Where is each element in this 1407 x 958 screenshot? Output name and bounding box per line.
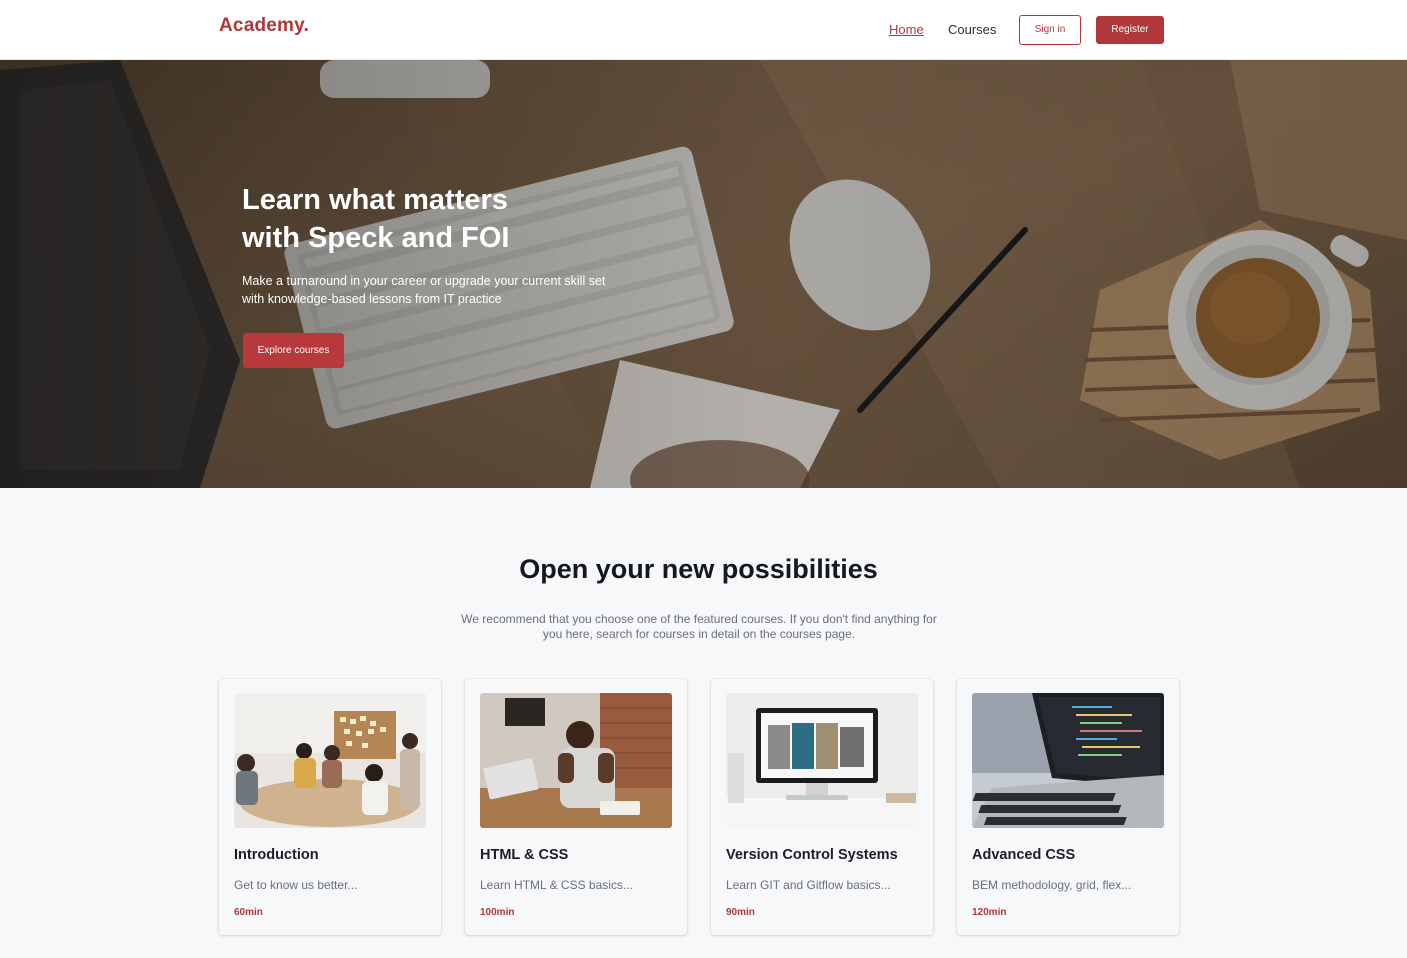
course-title: HTML & CSS [480, 847, 569, 863]
course-card-introduction[interactable]: Introduction Get to know us better... 60… [219, 679, 441, 935]
course-title: Advanced CSS [972, 847, 1076, 863]
hero-title: Learn what matters with Speck and FOI [242, 181, 662, 257]
course-duration: 60min [234, 907, 263, 918]
sign-in-button[interactable]: Sign in [1019, 15, 1081, 45]
register-button[interactable]: Register [1096, 16, 1164, 44]
hero-subtitle-line-2: with knowledge-based lessons from IT pra… [242, 292, 502, 306]
hero-banner: Learn what matters with Speck and FOI Ma… [0, 60, 1407, 488]
course-image-advanced-css [972, 693, 1164, 828]
course-description: Get to know us better... [234, 878, 358, 892]
hero-title-line-2: with Speck and FOI [242, 222, 510, 254]
course-image-html-css [480, 693, 672, 828]
site-logo[interactable]: Academy. [219, 15, 309, 37]
logo-text: Academy [219, 15, 304, 36]
site-header: Academy. Home Courses Sign in Register [0, 0, 1407, 60]
course-image-introduction [234, 693, 426, 828]
section-description-line-1: We recommend that you choose one of the … [461, 612, 937, 626]
hero-title-line-1: Learn what matters [242, 184, 508, 216]
section-description-line-2: you here, search for courses in detail o… [542, 627, 856, 641]
hero-background-image [0, 60, 1407, 488]
logo-dot: . [303, 15, 309, 36]
section-title: Open your new possibilities [519, 554, 878, 584]
course-duration: 120min [972, 907, 1007, 918]
course-title: Introduction [234, 847, 319, 863]
course-card-html-css[interactable]: HTML & CSS Learn HTML & CSS basics... 10… [465, 679, 687, 935]
course-duration: 90min [726, 907, 755, 918]
hero-subtitle-line-1: Make a turnaround in your career or upgr… [242, 274, 606, 288]
nav-link-home[interactable]: Home [889, 22, 924, 37]
course-description: Learn HTML & CSS basics... [480, 878, 633, 892]
course-card-version-control[interactable]: Version Control Systems Learn GIT and Gi… [711, 679, 933, 935]
hero-subtitle: Make a turnaround in your career or upgr… [242, 272, 662, 308]
course-title: Version Control Systems [726, 847, 898, 863]
nav-link-courses[interactable]: Courses [948, 22, 996, 37]
course-description: BEM methodology, grid, flex... [972, 878, 1132, 892]
section-description: We recommend that you choose one of the … [438, 612, 960, 642]
course-duration: 100min [480, 907, 515, 918]
course-description: Learn GIT and Gitflow basics... [726, 878, 891, 892]
course-card-advanced-css[interactable]: Advanced CSS BEM methodology, grid, flex… [957, 679, 1179, 935]
explore-courses-button[interactable]: Explore courses [243, 333, 344, 368]
course-image-version-control [726, 693, 918, 828]
